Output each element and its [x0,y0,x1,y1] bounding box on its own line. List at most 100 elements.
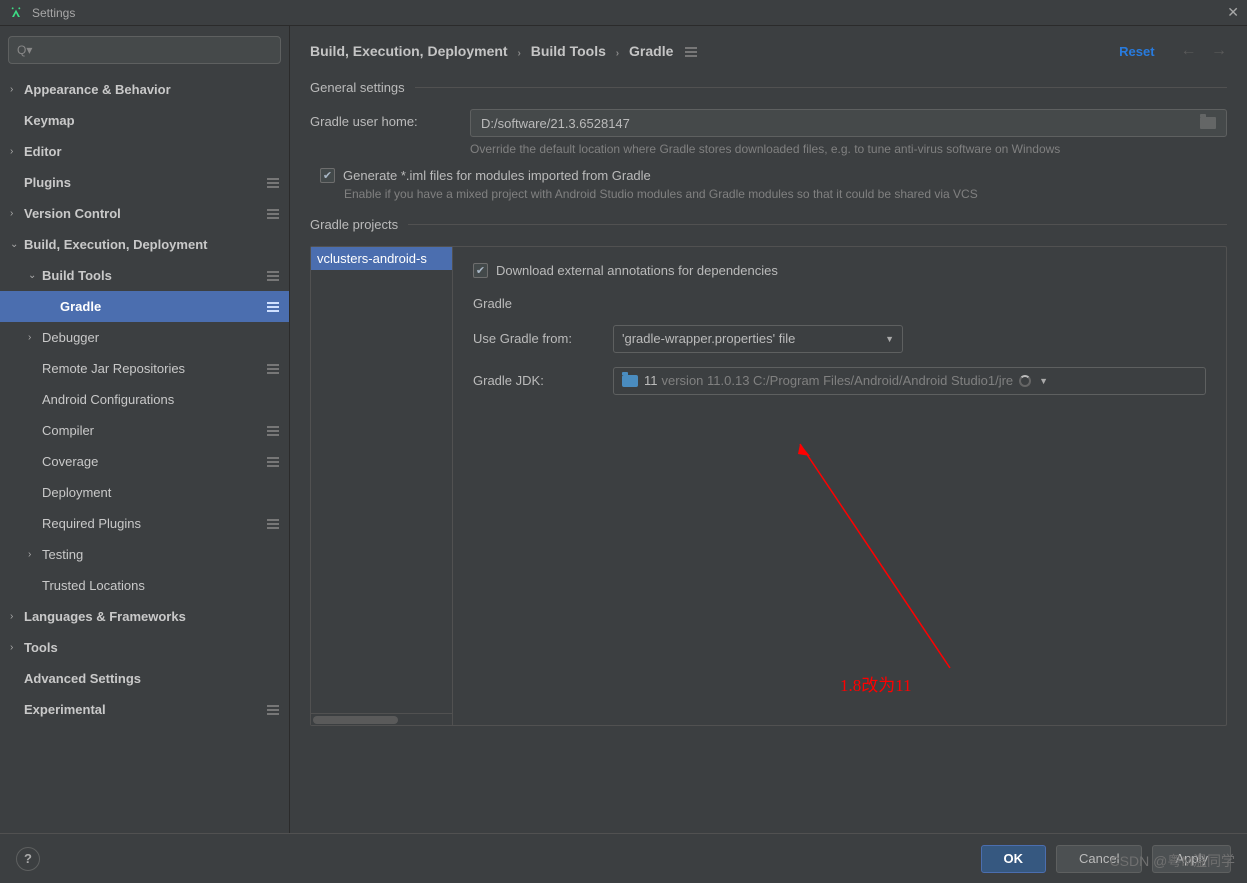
expander-icon: ⌄ [28,270,42,281]
download-annotations-checkbox[interactable]: ✔ Download external annotations for depe… [473,263,1206,278]
project-scope-icon [267,519,279,529]
project-scope-icon [267,209,279,219]
sidebar-item-label: Appearance & Behavior [24,82,279,97]
android-studio-icon [8,5,24,21]
sidebar-item[interactable]: Advanced Settings [0,663,289,694]
chevron-down-icon: ▼ [885,334,894,344]
sidebar-item[interactable]: ›Testing [0,539,289,570]
chevron-down-icon: ▼ [1039,376,1048,386]
sidebar-item-label: Plugins [24,175,267,190]
sidebar-item-label: Debugger [42,330,279,345]
main-panel: Build, Execution, Deployment › Build Too… [290,26,1247,833]
sidebar-item-label: Build Tools [42,268,267,283]
window-title: Settings [32,6,1227,20]
sidebar-item-label: Version Control [24,206,267,221]
project-list[interactable]: vclusters-android-s [311,247,453,725]
back-icon[interactable]: ← [1181,42,1197,59]
sidebar-item[interactable]: ›Tools [0,632,289,663]
sidebar-item[interactable]: ›Appearance & Behavior [0,74,289,105]
folder-icon [622,375,638,387]
gradle-projects-pane: vclusters-android-s ✔ Download external … [310,246,1227,726]
nav-arrows: ← → [1171,42,1227,60]
project-scope-icon [267,426,279,436]
sidebar-item[interactable]: Compiler [0,415,289,446]
expander-icon: › [28,332,42,343]
titlebar: Settings ✕ [0,0,1247,26]
sidebar-item[interactable]: Experimental [0,694,289,725]
sidebar-item-label: Editor [24,144,279,159]
sidebar-item-label: Languages & Frameworks [24,609,279,624]
sidebar-item[interactable]: Plugins [0,167,289,198]
close-icon[interactable]: ✕ [1227,4,1239,21]
reset-link[interactable]: Reset [1119,44,1154,59]
sidebar-item-label: Gradle [60,299,267,314]
sidebar-item[interactable]: ›Debugger [0,322,289,353]
sidebar-item[interactable]: Android Configurations [0,384,289,415]
dialog-footer: ? OK Cancel Apply [0,833,1247,883]
loading-spinner-icon [1019,375,1031,387]
expander-icon: › [10,208,24,219]
section-general: General settings [310,80,1227,95]
watermark: CSDN @粤M温同学 [1110,851,1235,871]
sidebar-item-label: Tools [24,640,279,655]
sidebar-item[interactable]: Deployment [0,477,289,508]
search-icon: Q▾ [17,43,32,57]
gradle-jdk-label: Gradle JDK: [473,373,613,388]
project-scope-icon [267,178,279,188]
sidebar-item[interactable]: ⌄Build Tools [0,260,289,291]
sidebar-item-label: Experimental [24,702,267,717]
sidebar-item[interactable]: ⌄Build, Execution, Deployment [0,229,289,260]
ok-button[interactable]: OK [981,845,1047,873]
browse-icon[interactable] [1200,117,1216,129]
expander-icon: › [28,549,42,560]
sidebar-item-label: Testing [42,547,279,562]
project-scope-icon [267,457,279,467]
sidebar-item[interactable]: Gradle [0,291,289,322]
gradle-home-hint: Override the default location where Grad… [470,141,1227,158]
expander-icon: › [10,146,24,157]
sidebar-item-label: Compiler [42,423,267,438]
expander-icon: › [10,642,24,653]
gradle-jdk-dropdown[interactable]: 11 version 11.0.13 C:/Program Files/Andr… [613,367,1206,395]
sidebar-item-label: Coverage [42,454,267,469]
project-item[interactable]: vclusters-android-s [311,247,452,270]
sidebar-item-label: Trusted Locations [42,578,279,593]
generate-iml-checkbox[interactable]: ✔ Generate *.iml files for modules impor… [320,168,1227,183]
project-scope-icon [267,364,279,374]
settings-sidebar: Q▾ ›Appearance & BehaviorKeymap›EditorPl… [0,26,290,833]
use-gradle-from-label: Use Gradle from: [473,331,613,346]
project-scope-icon [267,302,279,312]
sidebar-item-label: Keymap [24,113,279,128]
project-scope-icon [267,271,279,281]
sidebar-item[interactable]: ›Editor [0,136,289,167]
sidebar-item[interactable]: Required Plugins [0,508,289,539]
scrollbar[interactable] [311,713,452,725]
sidebar-item-label: Advanced Settings [24,671,279,686]
sidebar-item-label: Remote Jar Repositories [42,361,267,376]
sidebar-item[interactable]: ›Version Control [0,198,289,229]
sidebar-item[interactable]: ›Languages & Frameworks [0,601,289,632]
sidebar-item-label: Build, Execution, Deployment [24,237,279,252]
sidebar-item[interactable]: Trusted Locations [0,570,289,601]
sidebar-item[interactable]: Keymap [0,105,289,136]
project-scope-icon [267,705,279,715]
breadcrumb: Build, Execution, Deployment › Build Too… [310,43,1119,59]
gradle-home-label: Gradle user home: [310,109,470,129]
expander-icon: › [10,611,24,622]
search-input[interactable]: Q▾ [8,36,281,64]
gradle-subsection: Gradle [473,296,1206,311]
settings-tree: ›Appearance & BehaviorKeymap›EditorPlugi… [0,74,289,725]
sidebar-item[interactable]: Coverage [0,446,289,477]
project-scope-icon [685,47,697,57]
sidebar-item-label: Deployment [42,485,279,500]
gradle-home-input[interactable]: D:/software/21.3.6528147 [470,109,1227,137]
sidebar-item[interactable]: Remote Jar Repositories [0,353,289,384]
section-gradle-projects: Gradle projects [310,217,1227,232]
forward-icon[interactable]: → [1211,42,1227,59]
sidebar-item-label: Android Configurations [42,392,279,407]
sidebar-item-label: Required Plugins [42,516,267,531]
help-button[interactable]: ? [16,847,40,871]
use-gradle-from-dropdown[interactable]: 'gradle-wrapper.properties' file ▼ [613,325,903,353]
expander-icon: ⌄ [10,239,24,250]
generate-iml-hint: Enable if you have a mixed project with … [344,187,1227,201]
